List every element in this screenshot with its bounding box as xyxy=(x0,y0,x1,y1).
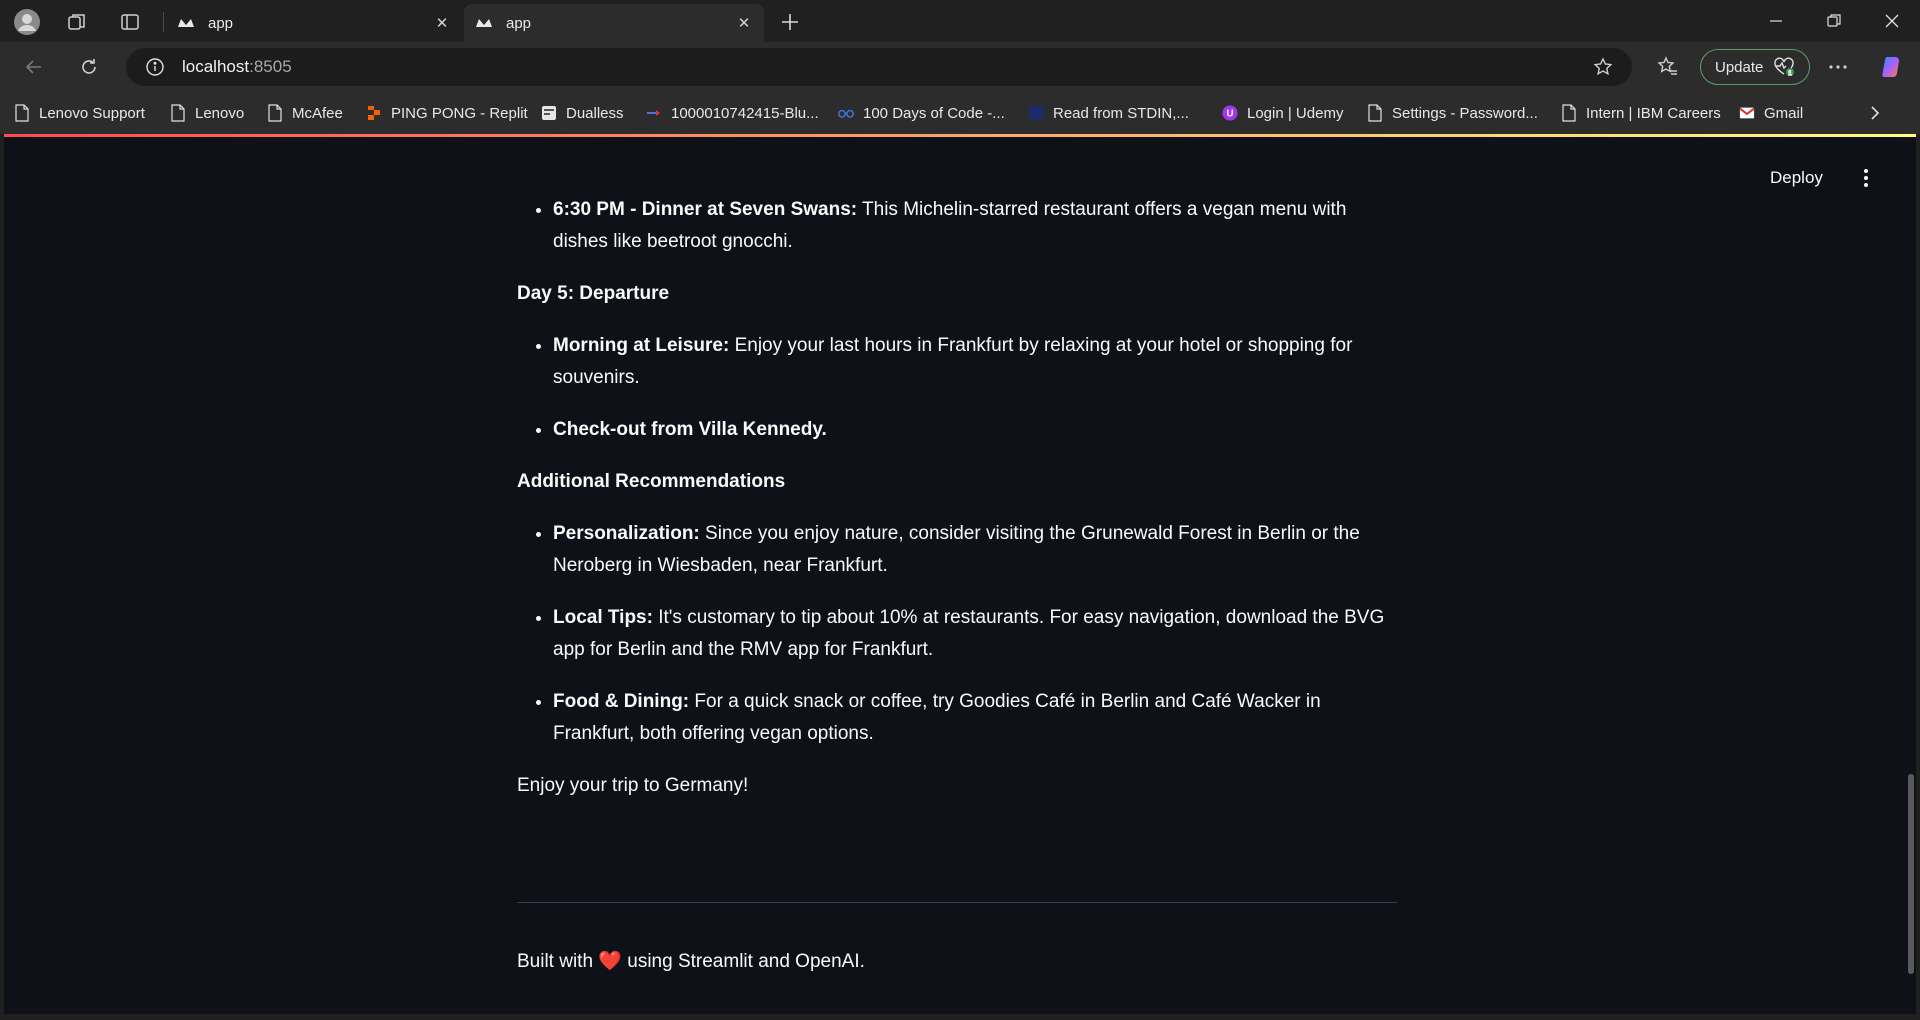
close-icon[interactable]: ✕ xyxy=(734,13,754,33)
url-port: :8505 xyxy=(249,57,292,76)
favorites-icon[interactable] xyxy=(1652,51,1684,83)
gmail-icon xyxy=(1739,104,1755,122)
tab-title: app xyxy=(208,14,234,32)
tab-strip: app ✕ app ✕ xyxy=(0,0,1920,42)
list-item: Morning at Leisure: Enjoy your last hour… xyxy=(553,330,1397,394)
day4-list: 6:30 PM - Dinner at Seven Swans: This Mi… xyxy=(517,194,1397,258)
update-label: Update xyxy=(1715,58,1764,76)
deploy-button[interactable]: Deploy xyxy=(1770,168,1823,188)
bookmark-bluedart[interactable]: 1000010742415-Blu... xyxy=(646,102,819,124)
day5-list: Morning at Leisure: Enjoy your last hour… xyxy=(517,330,1397,446)
browser-toolbar: localhost:8505 Update 1 xyxy=(0,42,1920,92)
favorite-star-icon[interactable] xyxy=(1592,56,1614,78)
list-item: Food & Dining: For a quick snack or coff… xyxy=(553,686,1397,750)
main-menu-icon[interactable] xyxy=(1856,166,1876,190)
divider xyxy=(517,902,1397,903)
chevron-right-icon[interactable] xyxy=(1864,102,1886,124)
bookmark-dualless[interactable]: Dualless xyxy=(541,102,624,124)
more-menu-icon[interactable] xyxy=(1822,51,1854,83)
streamlit-app: Deploy 6:30 PM - Dinner at Seven Swans: … xyxy=(4,134,1916,1014)
footer-text: Built with ❤️ using Streamlit and OpenAI… xyxy=(517,951,865,972)
health-heart-icon: 1 xyxy=(1773,57,1795,78)
bookmark-read-stdin[interactable]: Read from STDIN,... xyxy=(1028,102,1189,124)
list-item: Check-out from Villa Kennedy. xyxy=(553,414,1397,446)
bookmark-100-days[interactable]: 100 Days of Code -... xyxy=(838,102,1005,124)
dualless-icon xyxy=(541,104,557,122)
profile-icon[interactable] xyxy=(13,8,41,36)
bookmark-udemy[interactable]: U Login | Udemy xyxy=(1222,102,1343,124)
page-icon xyxy=(1367,104,1383,122)
tab-separator xyxy=(163,12,164,32)
tab-app-2[interactable]: app ✕ xyxy=(464,4,764,42)
bookmark-replit[interactable]: PING PONG - Replit xyxy=(366,102,528,124)
section-heading: Day 5: Departure xyxy=(517,283,670,304)
close-window-icon[interactable] xyxy=(1864,0,1920,42)
restore-icon[interactable] xyxy=(1806,0,1862,42)
page-icon xyxy=(1561,104,1577,122)
closing-text: Enjoy your trip to Germany! xyxy=(517,775,749,796)
scrollbar-thumb[interactable] xyxy=(1908,774,1914,974)
bookmarks-bar: Lenovo Support Lenovo McAfee PING PONG -… xyxy=(0,92,1920,134)
list-item: Local Tips: It's customary to tip about … xyxy=(553,602,1397,666)
bookmark-lenovo[interactable]: Lenovo xyxy=(170,102,244,124)
tab-title: app xyxy=(506,14,532,32)
page-icon xyxy=(267,104,283,122)
bluedart-icon xyxy=(646,104,662,122)
bookmark-settings-password[interactable]: Settings - Password... xyxy=(1367,102,1538,124)
address-bar[interactable]: localhost:8505 xyxy=(126,48,1632,86)
new-tab-icon[interactable] xyxy=(776,8,804,36)
list-item: Personalization: Since you enjoy nature,… xyxy=(553,518,1397,582)
page-icon xyxy=(14,104,30,122)
url-text[interactable]: localhost:8505 xyxy=(182,57,292,77)
svg-text:U: U xyxy=(1226,109,1233,120)
back-arrow-icon[interactable] xyxy=(18,51,50,83)
tab-app-1[interactable]: app ✕ xyxy=(166,4,462,42)
codedays-icon xyxy=(838,104,854,122)
list-item: 6:30 PM - Dinner at Seven Swans: This Mi… xyxy=(553,194,1397,258)
site-info-icon[interactable] xyxy=(144,56,166,78)
workspaces-icon[interactable] xyxy=(63,8,91,36)
recommendations-list: Personalization: Since you enjoy nature,… xyxy=(517,518,1397,750)
close-icon[interactable]: ✕ xyxy=(432,13,452,33)
heart-icon: ❤️ xyxy=(598,951,622,972)
update-button[interactable]: Update 1 xyxy=(1700,49,1810,85)
replit-icon xyxy=(366,104,382,122)
blue-square-icon xyxy=(1028,104,1044,122)
section-heading: Additional Recommendations xyxy=(517,471,786,492)
bookmark-ibm-careers[interactable]: Intern | IBM Careers xyxy=(1561,102,1721,124)
refresh-icon[interactable] xyxy=(73,51,105,83)
page-icon xyxy=(170,104,186,122)
header-decoration xyxy=(4,134,1916,137)
itinerary-content: 6:30 PM - Dinner at Seven Swans: This Mi… xyxy=(517,194,1397,822)
udemy-icon: U xyxy=(1222,104,1238,122)
vertical-tabs-icon[interactable] xyxy=(116,8,144,36)
url-host: localhost xyxy=(182,57,250,76)
copilot-icon[interactable] xyxy=(1876,51,1908,83)
bookmark-lenovo-support[interactable]: Lenovo Support xyxy=(14,102,145,124)
minimize-icon[interactable] xyxy=(1748,0,1804,42)
streamlit-favicon-icon xyxy=(178,15,194,31)
bookmark-mcafee[interactable]: McAfee xyxy=(267,102,343,124)
streamlit-favicon-icon xyxy=(476,15,492,31)
bookmark-gmail[interactable]: Gmail xyxy=(1739,102,1803,124)
